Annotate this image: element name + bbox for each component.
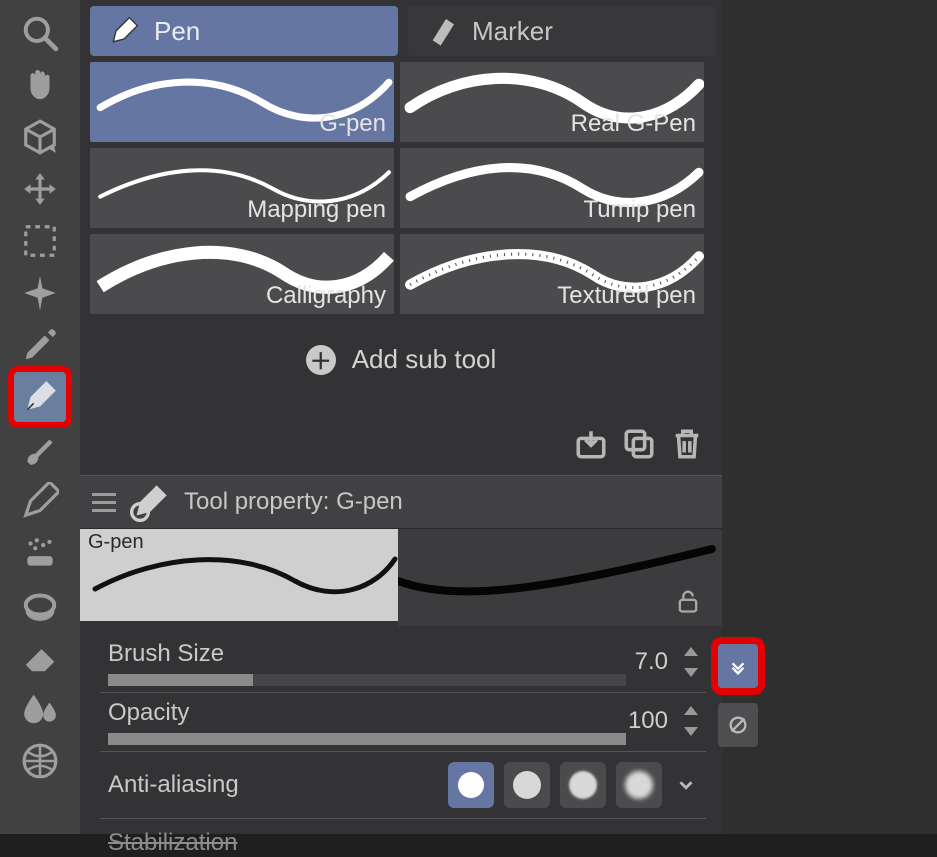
delete-subtool-button[interactable]	[670, 427, 704, 461]
subtool-panel: Pen Marker G-pen Real G-Pen Mapping	[80, 0, 722, 834]
stabilization-label: Stabilization	[108, 829, 237, 856]
subtool-tumip-pen[interactable]: Tumip pen	[400, 148, 704, 228]
opacity-stepper[interactable]	[676, 701, 706, 741]
anti-aliasing-option-strong[interactable]	[616, 762, 662, 808]
anti-aliasing-row: Anti-aliasing	[100, 752, 706, 819]
tool-property-icon[interactable]	[130, 482, 170, 522]
tool-sparkle[interactable]	[14, 268, 66, 318]
anti-aliasing-option-none[interactable]	[448, 762, 494, 808]
tool-property-header: Tool property: G-pen	[80, 475, 722, 529]
subtool-label: Textured pen	[557, 282, 696, 310]
subtool-mapping-pen[interactable]: Mapping pen	[90, 148, 394, 228]
tab-pen-label: Pen	[154, 16, 200, 47]
tab-marker-label: Marker	[472, 16, 553, 47]
brush-preview-label: G-pen	[84, 531, 148, 554]
opacity-slider[interactable]	[108, 733, 626, 745]
subtool-label: Real G-Pen	[571, 110, 696, 138]
brush-preview[interactable]: G-pen	[80, 529, 398, 621]
tool-pen[interactable]	[14, 372, 66, 422]
brush-size-stepper[interactable]	[676, 642, 706, 682]
tool-marquee[interactable]	[14, 216, 66, 266]
panel-menu-button[interactable]	[92, 493, 116, 512]
tab-marker[interactable]: Marker	[408, 6, 716, 56]
anti-aliasing-option-medium[interactable]	[560, 762, 606, 808]
subtool-label: Mapping pen	[247, 196, 386, 224]
tab-pen[interactable]: Pen	[90, 6, 398, 56]
tool-pencil[interactable]	[14, 476, 66, 526]
tool-move[interactable]	[14, 164, 66, 214]
opacity-label: Opacity	[108, 699, 626, 727]
subtool-textured-pen[interactable]: Textured pen	[400, 234, 704, 314]
import-subtool-button[interactable]	[574, 427, 608, 461]
subtool-label: Calligraphy	[266, 282, 386, 310]
brush-size-row: Brush Size 7.0	[100, 634, 706, 693]
subtool-label: G-pen	[319, 110, 386, 138]
brush-size-value[interactable]: 7.0	[635, 648, 668, 676]
anti-aliasing-label: Anti-aliasing	[108, 771, 239, 799]
subtool-grid: G-pen Real G-Pen Mapping pen Tumip pen C…	[90, 62, 712, 314]
tool-category-tabs: Pen Marker	[80, 0, 722, 62]
anti-aliasing-expand[interactable]	[672, 771, 700, 799]
tool-blend[interactable]	[14, 684, 66, 734]
brush-preview-row: G-pen	[80, 529, 722, 626]
subtool-label: Tumip pen	[584, 196, 697, 224]
duplicate-subtool-button[interactable]	[622, 427, 656, 461]
add-subtool-button[interactable]: ＋ Add sub tool	[90, 314, 712, 423]
tool-eyedropper[interactable]	[14, 320, 66, 370]
brush-size-dynamics-button[interactable]	[718, 644, 758, 688]
lock-transparency-button[interactable]	[674, 587, 702, 620]
opacity-value[interactable]: 100	[628, 707, 668, 735]
tool-property-body: Brush Size 7.0 Opacity 100	[80, 626, 722, 857]
tool-pan-hand[interactable]	[14, 60, 66, 110]
subtool-actions	[80, 423, 722, 475]
anti-aliasing-option-weak[interactable]	[504, 762, 550, 808]
tool-airbrush[interactable]	[14, 528, 66, 578]
opacity-dynamics-button[interactable]	[718, 703, 758, 747]
tool-fill-bucket[interactable]	[14, 580, 66, 630]
subtool-real-g-pen[interactable]: Real G-Pen	[400, 62, 704, 142]
tool-object-3d[interactable]	[14, 112, 66, 162]
brush-size-label: Brush Size	[108, 640, 626, 668]
brush-size-slider[interactable]	[108, 674, 626, 686]
vertical-toolbar	[0, 0, 80, 834]
plus-icon: ＋	[306, 345, 336, 375]
tool-magnifier[interactable]	[14, 8, 66, 58]
subtool-calligraphy[interactable]: Calligraphy	[90, 234, 394, 314]
tool-mesh[interactable]	[14, 736, 66, 786]
tool-eraser[interactable]	[14, 632, 66, 682]
tool-brush[interactable]	[14, 424, 66, 474]
tool-property-title: Tool property: G-pen	[184, 488, 403, 516]
add-subtool-label: Add sub tool	[352, 344, 497, 375]
subtool-g-pen[interactable]: G-pen	[90, 62, 394, 142]
opacity-row: Opacity 100	[100, 693, 706, 752]
stabilization-row: Stabilization	[100, 819, 706, 857]
